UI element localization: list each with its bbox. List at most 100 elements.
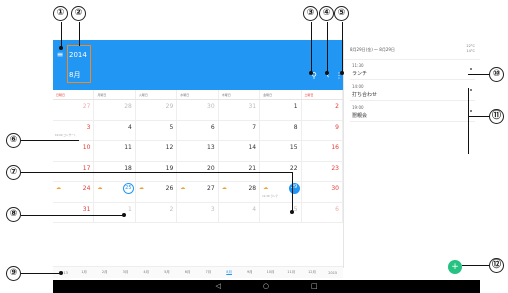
day-number: 16 [331,144,339,151]
day-number: 3 [210,205,215,213]
day-cell[interactable]: 6 [177,120,219,140]
calendar-grid: 27 28 29 30 31 1 2 3 10:00 コンサート 4 5 6 7 8 9 10 11 12 13 14… [53,100,343,223]
weekday-header: 日曜日 月曜日 火曜日 水曜日 木曜日 金曜日 土曜日 [53,90,343,100]
day-cell[interactable]: 28 ☁ [219,182,261,202]
dot-7 [290,210,294,214]
day-cell[interactable]: 2 [136,202,178,222]
callout-3: ③ [303,6,318,21]
month-scroll-item[interactable]: 1月 [74,270,95,275]
day-cell[interactable]: 16 [302,141,343,161]
day-cell[interactable]: 23 [302,161,343,181]
day-cell[interactable]: 29 [136,100,178,120]
day-cell[interactable]: 7 [219,120,261,140]
callout-10: ⑩ [489,67,504,82]
day-cell[interactable]: 30 [302,182,343,202]
day-cell[interactable]: 15 [260,141,302,161]
day-number: 29 [165,103,174,110]
day-cell[interactable]: 2 [302,100,343,120]
day-number: 27 [82,103,91,110]
event-time: 19:00 [352,105,364,110]
month-scroll-item[interactable]: 5月 [157,270,178,275]
event-title: ランチ [352,71,368,77]
dot-8 [122,213,126,217]
month-scroll-item[interactable]: 4月 [136,270,157,275]
month-scroll-item[interactable]: 10月 [260,270,281,275]
event-item[interactable]: 19:00 懇親会 [350,102,475,122]
day-cell[interactable]: 4 [219,202,261,222]
day-cell[interactable]: 11 [94,141,136,161]
leader-3 [311,22,312,72]
day-number: 14 [248,144,257,151]
day-cell[interactable]: 10 [53,141,95,161]
event-title: 打ち合わせ [352,92,378,98]
dot-4 [325,71,329,75]
month-scroll-item[interactable]: 7月 [198,270,219,275]
day-number: 9 [335,123,339,131]
dot-9 [59,271,63,275]
day-cell[interactable]: 3 10:00 コンサート [53,120,95,140]
day-cell[interactable]: 13 [177,141,219,161]
event-time: 11:30 [352,63,364,68]
weekday-label: 水曜日 [177,90,219,99]
day-cell[interactable]: 1 [94,202,136,222]
weekday-label: 土曜日 [302,90,343,99]
day-cell[interactable]: 4 [94,120,136,140]
day-cell[interactable]: 28 [94,100,136,120]
selected-day-marker: 25 [122,183,134,194]
day-number: 11 [124,144,132,151]
day-cell[interactable]: 31 [53,202,95,222]
menu-icon[interactable]: ≡ [55,50,65,60]
event-item[interactable]: 14:00 打ち合わせ [350,81,475,101]
day-cell[interactable]: 9 [302,120,343,140]
nav-home-icon[interactable]: ○ [263,280,269,293]
month-scroll-item[interactable]: 8月 [219,270,240,275]
month-scroll-item[interactable]: 6月 [177,270,198,275]
day-number: 29 [290,184,298,190]
day-cell[interactable]: 8 [260,120,302,140]
day-number: 20 [207,164,215,172]
day-number: 28 [124,103,132,110]
day-detail-panel: 8月29日(金) ～ 8月29日 22°C 14°C 11:30 ランチ 14:00… [343,40,480,268]
day-number: 30 [331,185,339,192]
day-cell[interactable]: 5 [260,202,302,222]
leader-8 [21,215,125,216]
day-number: 18 [124,164,132,172]
day-number: 31 [248,103,257,110]
add-event-button[interactable]: + [448,260,462,274]
day-cell[interactable]: 29 ☁ 11:30 ランチ [260,182,302,202]
day-number: 4 [252,205,257,213]
day-event-label: 10:00 コンサート [55,133,77,137]
day-event-label: 11:30 ランチ [262,195,279,198]
day-number: 17 [82,164,91,172]
nav-back-icon[interactable]: ◁ [215,280,220,293]
month-scroll-item[interactable]: 9月 [239,270,260,275]
leader-6 [21,140,79,141]
month-scroll-item[interactable]: 12月 [302,270,323,275]
weather-icon: ☁ [138,185,144,191]
day-cell[interactable]: 27 [53,100,95,120]
day-cell[interactable]: 1 [260,100,302,120]
weather-icon: ☁ [180,185,186,191]
month-scroll-item[interactable]: 2月 [94,270,115,275]
temp-low: 14°C [466,49,475,53]
callout-8: ⑧ [6,207,21,222]
month-scroll-item[interactable]: 3月 [115,270,136,275]
day-cell[interactable]: 31 [219,100,261,120]
title-highlight [67,45,91,83]
day-cell[interactable]: 27 ☁ [177,182,219,202]
day-cell[interactable]: 6 [302,202,343,222]
month-scroll-item[interactable]: 11月 [281,270,302,275]
nav-recents-icon[interactable]: □ [311,280,318,293]
day-cell[interactable]: 12 [136,141,178,161]
event-item[interactable]: 11:30 ランチ [350,60,475,80]
day-cell[interactable]: 30 [177,100,219,120]
day-cell[interactable]: 26 ☁ [136,182,178,202]
month-scroll-item[interactable]: 2015 [322,271,343,275]
day-cell[interactable]: 5 [136,120,178,140]
day-cell[interactable]: 14 [219,141,261,161]
weather-icon: ☁ [97,185,103,191]
day-cell[interactable]: 3 [177,202,219,222]
dot-3 [309,71,313,75]
day-cell[interactable]: 25 ☁ [94,182,136,202]
day-cell[interactable]: 24 ☁ [53,182,95,202]
